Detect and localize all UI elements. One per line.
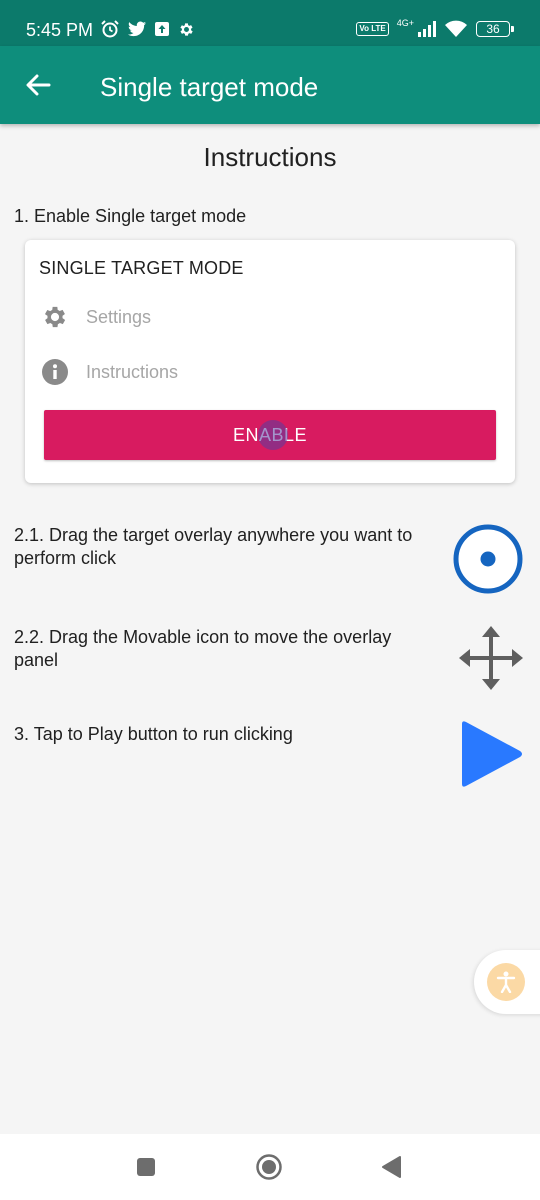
step-2-2-text: 2.2. Drag the Movable icon to move the o… [14,627,392,670]
page-title: Instructions [203,142,337,172]
status-notification-icons [100,19,195,39]
accessibility-icon [487,963,525,1001]
twitter-icon [128,19,146,39]
gear-icon [40,302,70,332]
back-button[interactable] [20,67,56,103]
play-icon [458,718,524,790]
home-circle-icon [255,1153,283,1181]
settings-row[interactable]: Settings [40,302,151,332]
home-button[interactable] [254,1152,284,1182]
navigation-bar [0,1134,540,1200]
step-2-1-text: 2.1. Drag the target overlay anywhere yo… [14,525,413,568]
arrow-back-icon [25,74,51,96]
target-overlay-icon [453,524,523,594]
card-title: SINGLE TARGET MODE [39,258,244,278]
app-bar: Single target mode [0,46,540,124]
settings-label: Settings [86,306,152,327]
move-icon [456,623,526,693]
settings-icon [178,19,195,39]
battery-level: 36 [486,22,500,36]
instructions-label: Instructions [86,361,179,382]
nav-back-button[interactable] [376,1152,406,1182]
volte-badge: Vo LTE [356,22,389,36]
accessibility-button[interactable] [474,950,540,1014]
network-type: 4G+ [396,18,414,28]
recent-apps-button[interactable] [131,1152,161,1182]
upload-icon [154,19,170,39]
back-triangle-icon [380,1155,402,1179]
wifi-icon [444,19,468,39]
step-1-text: 1. Enable Single target mode [14,206,247,226]
enable-button[interactable]: ENABLE [44,410,496,460]
single-target-card: SINGLE TARGET MODE Settings Instructions… [25,240,515,483]
instructions-row[interactable]: Instructions [40,357,178,387]
square-icon [136,1157,156,1177]
step-3-text: 3. Tap to Play button to run clicking [14,724,293,744]
info-icon [40,357,70,387]
alarm-icon [100,19,120,39]
status-system-icons: Vo LTE 4G+ 36 [356,18,514,39]
status-bar: 5:45 PM Vo LTE 4G+ 36 [0,0,540,46]
battery-icon: 36 [476,21,514,37]
app-title: Single target mode [100,72,319,102]
status-time: 5:45 PM [26,20,94,40]
signal-icon [418,19,436,39]
